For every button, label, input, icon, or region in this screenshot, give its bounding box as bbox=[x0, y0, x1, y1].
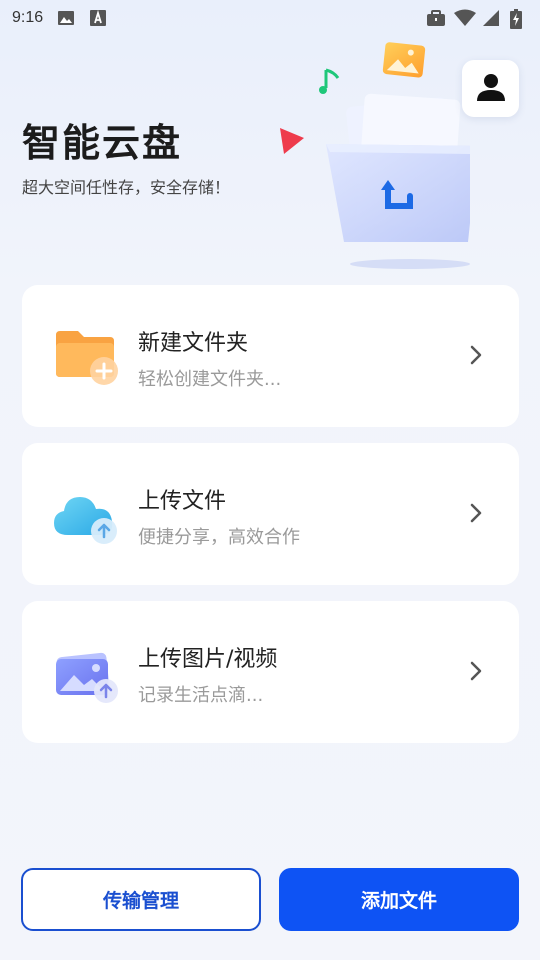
new-folder-card[interactable]: 新建文件夹 轻松创建文件夹... bbox=[22, 285, 519, 427]
signal-icon bbox=[482, 9, 500, 27]
text-icon bbox=[89, 9, 107, 27]
chevron-right-icon bbox=[469, 343, 483, 367]
image-icon bbox=[57, 9, 75, 27]
transfer-management-button[interactable]: 传输管理 bbox=[21, 868, 261, 931]
card-title: 新建文件夹 bbox=[138, 331, 249, 356]
image-upload-icon bbox=[52, 639, 122, 709]
avatar-button[interactable] bbox=[462, 60, 519, 117]
battery-charging-icon bbox=[510, 9, 528, 29]
upload-media-card[interactable]: 上传图片/视频 记录生活点滴... bbox=[22, 601, 519, 743]
wifi-icon bbox=[454, 9, 476, 27]
upload-file-card[interactable]: 上传文件 便捷分享，高效合作 bbox=[22, 443, 519, 585]
card-description: 记录生活点滴... bbox=[138, 685, 264, 706]
card-title: 上传文件 bbox=[138, 489, 227, 514]
briefcase-icon bbox=[426, 9, 445, 27]
page-subtitle: 超大空间任性存，安全存储！ bbox=[22, 178, 231, 197]
status-bar: 9:16 bbox=[0, 0, 540, 36]
person-icon bbox=[475, 71, 507, 107]
chevron-right-icon bbox=[469, 659, 483, 683]
status-time: 9:16 bbox=[12, 9, 44, 26]
card-description: 便捷分享，高效合作 bbox=[138, 527, 300, 548]
add-file-button[interactable]: 添加文件 bbox=[279, 868, 519, 931]
card-title: 上传图片/视频 bbox=[138, 647, 278, 672]
hero-illustration bbox=[270, 36, 478, 276]
new-folder-icon bbox=[52, 323, 122, 393]
card-description: 轻松创建文件夹... bbox=[138, 369, 282, 390]
page-title: 智能云盘 bbox=[22, 121, 183, 165]
chevron-right-icon bbox=[469, 501, 483, 525]
cloud-upload-icon bbox=[52, 481, 122, 551]
